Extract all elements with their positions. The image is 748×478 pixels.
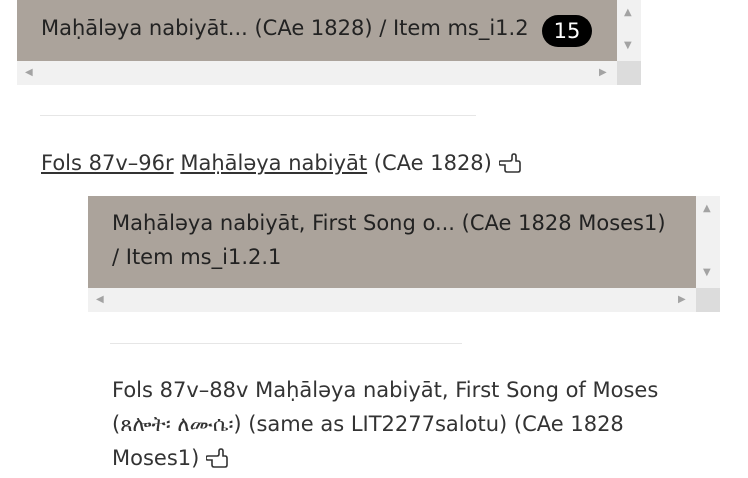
horizontal-scrollbar[interactable]: ◀ ▶	[88, 288, 696, 312]
scroll-left-arrow-icon[interactable]: ◀	[25, 68, 33, 78]
vertical-scrollbar[interactable]: ▲ ▼	[696, 196, 720, 288]
item-panel-title-line2: / Item ms_i1.2.1	[112, 245, 282, 269]
folio-link[interactable]: Fols 87v–96r	[41, 151, 174, 175]
scroll-right-arrow-icon[interactable]: ▶	[599, 68, 607, 78]
divider	[110, 343, 462, 344]
item-panel-ms-i1-2: Maḥāləya nabiyāt... (CAe 1828) / Item ms…	[17, 0, 641, 85]
subentry-line2: (ጸሎት፡ ለሙሴ፡) (same as LIT2277salotu) (CAe…	[112, 412, 624, 436]
scroll-down-arrow-icon[interactable]: ▼	[624, 41, 632, 51]
scrollbar-corner	[696, 288, 720, 312]
pointing-hand-icon[interactable]	[498, 153, 521, 173]
scroll-right-arrow-icon[interactable]: ▶	[678, 295, 686, 305]
vertical-scrollbar[interactable]: ▲ ▼	[617, 0, 641, 61]
scroll-up-arrow-icon[interactable]: ▲	[703, 204, 711, 214]
item-panel-header[interactable]: Maḥāləya nabiyāt, First Song o... (CAe 1…	[88, 196, 696, 288]
scroll-left-arrow-icon[interactable]: ◀	[96, 295, 104, 305]
item-panel-header[interactable]: Maḥāləya nabiyāt... (CAe 1828) / Item ms…	[17, 0, 617, 61]
scroll-down-arrow-icon[interactable]: ▼	[703, 268, 711, 278]
subentry-line1: Fols 87v–88v Maḥāləya nabiyāt, First Son…	[112, 378, 659, 402]
item-panel-title: Maḥāləya nabiyāt... (CAe 1828) / Item ms…	[41, 16, 529, 40]
divider	[40, 115, 476, 116]
subentry-line3-wrap: Moses1)	[112, 446, 228, 470]
scroll-up-arrow-icon[interactable]: ▲	[624, 8, 632, 18]
title-link[interactable]: Maḥāləya nabiyāt	[180, 151, 367, 175]
pointing-hand-icon[interactable]	[206, 448, 228, 468]
count-badge: 15	[542, 15, 592, 47]
item-panel-title-line1: Maḥāləya nabiyāt, First Song o... (CAe 1…	[112, 211, 666, 235]
subentry-line3: Moses1)	[112, 446, 200, 470]
manuscript-entry: Fols 87v–96r Maḥāləya nabiyāt (CAe 1828)	[41, 151, 521, 175]
item-panel-ms-i1-2-1: Maḥāləya nabiyāt, First Song o... (CAe 1…	[88, 196, 720, 312]
scrollbar-corner	[617, 61, 641, 85]
entry-suffix: (CAe 1828)	[373, 151, 492, 175]
horizontal-scrollbar[interactable]: ◀ ▶	[17, 61, 617, 85]
